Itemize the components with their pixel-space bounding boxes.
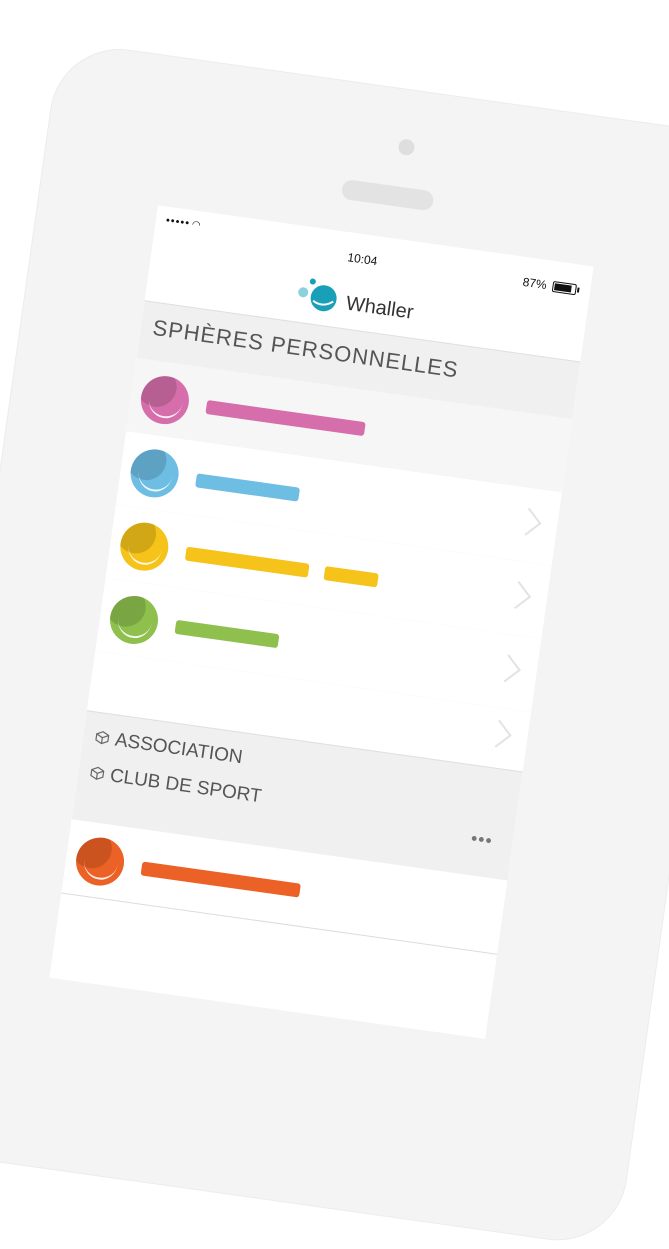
- chevron-right-icon: [503, 581, 532, 610]
- club-text: CLUB DE SPORT: [108, 765, 263, 808]
- sphere-name-bar: [205, 400, 366, 437]
- organization-label-association: ASSOCIATION: [94, 727, 244, 769]
- sphere-avatar: [117, 519, 172, 574]
- sphere-avatar: [127, 446, 182, 501]
- phone-frame: •••••◠ 10:04 87% Whaller SPHÈRES PERSONN…: [0, 40, 669, 1249]
- battery-percentage: 87%: [521, 274, 548, 293]
- organization-label-club: CLUB DE SPORT: [89, 762, 263, 808]
- association-text: ASSOCIATION: [113, 729, 244, 769]
- sphere-avatar: [106, 592, 162, 648]
- chevron-right-icon: [492, 654, 521, 683]
- phone-screen: •••••◠ 10:04 87% Whaller SPHÈRES PERSONN…: [49, 205, 594, 1039]
- battery-icon: [551, 280, 578, 296]
- more-horizontal-icon[interactable]: •••: [470, 828, 494, 852]
- app-title: Whaller: [344, 292, 415, 324]
- sphere-avatar: [137, 372, 193, 428]
- front-camera: [397, 138, 416, 157]
- cube-icon: [95, 731, 110, 745]
- chevron-right-icon: [483, 719, 512, 748]
- sphere-name-bar: [174, 619, 280, 649]
- whaller-logo-icon: [298, 278, 337, 312]
- sphere-avatar: [72, 834, 128, 889]
- wifi-icon: ◠: [191, 219, 203, 232]
- sphere-name-bar: [195, 473, 301, 502]
- chevron-right-icon: [513, 507, 542, 536]
- signal-strength: •••••◠: [165, 215, 202, 232]
- earpiece-speaker: [340, 178, 435, 212]
- cube-icon: [90, 766, 105, 780]
- sphere-name-bar-2: [323, 566, 379, 588]
- sphere-name-bar: [140, 861, 301, 898]
- signal-dots: •••••: [165, 214, 191, 230]
- sphere-name-bar: [184, 546, 310, 578]
- status-time: 10:04: [346, 250, 379, 269]
